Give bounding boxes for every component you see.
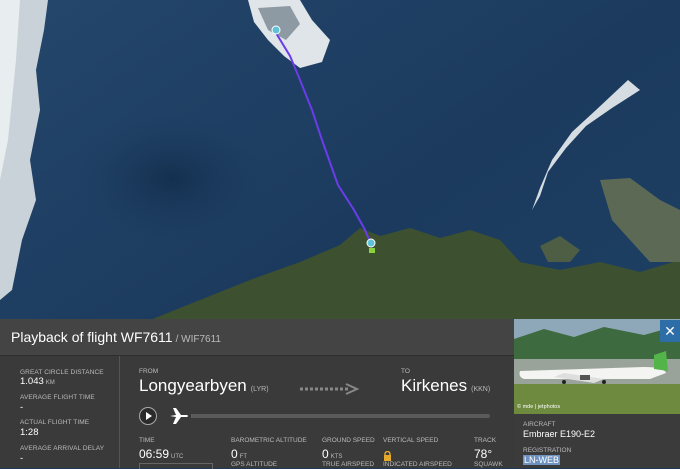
squawk-label: SQUAWK	[474, 461, 503, 468]
actual-flight-time-value: 1:28	[20, 427, 39, 438]
actual-flight-time-label: ACTUAL FLIGHT TIME	[20, 419, 90, 426]
gps-altitude-label: GPS ALTITUDE	[231, 461, 278, 468]
average-flight-time-value: -	[20, 402, 24, 413]
barometric-altitude-label: BAROMETRIC ALTITUDE	[231, 437, 307, 444]
from-label: FROM	[139, 368, 159, 375]
from-city: Longyearbyen (LYR)	[139, 376, 269, 395]
play-button[interactable]	[139, 407, 157, 425]
vertical-speed-label: VERTICAL SPEED	[383, 437, 439, 444]
aircraft-info-panel: © mde | jetphotos AIRCRAFT Embraer E190-…	[514, 319, 680, 468]
indicated-airspeed-label: INDICATED AIRSPEED	[383, 461, 452, 468]
registration-value[interactable]: LN-WEB	[523, 455, 561, 465]
to-city: Kirkenes (KKN)	[401, 376, 491, 395]
aircraft-label: AIRCRAFT	[523, 421, 556, 428]
barometric-altitude-value: 0 FT	[231, 447, 248, 461]
panel-title: Playback of flight WF7611/ WIF7611	[11, 329, 221, 345]
panel-header: Playback of flight WF7611/ WIF7611	[0, 319, 514, 356]
ground-speed-label: GROUND SPEED	[322, 437, 375, 444]
photo-credit: © mde | jetphotos	[517, 404, 561, 410]
great-circle-distance-label: GREAT CIRCLE DISTANCE	[20, 369, 104, 376]
average-flight-time-label: AVERAGE FLIGHT TIME	[20, 394, 95, 401]
flight-callsign: / WIF7611	[175, 334, 221, 345]
aircraft-value: Embraer E190-E2	[523, 429, 596, 439]
flight-title: Playback of flight WF7611	[11, 329, 173, 345]
track-label: TRACK	[474, 437, 497, 444]
ground-speed-value: 0 KTS	[322, 447, 343, 461]
time-label: TIME	[139, 437, 155, 444]
time-stepper[interactable]	[139, 463, 213, 469]
average-arrival-delay-value: -	[20, 453, 24, 464]
average-arrival-delay-label: AVERAGE ARRIVAL DELAY	[20, 445, 105, 452]
to-label: TO	[401, 368, 410, 375]
true-airspeed-label: TRUE AIRSPEED	[322, 461, 375, 468]
registration-label: REGISTRATION	[523, 447, 572, 454]
time-value: 06:59 UTC	[139, 447, 184, 461]
great-circle-distance-value: 1.043 KM	[20, 376, 55, 387]
lock-icon	[383, 448, 392, 461]
arrow-right-icon	[300, 382, 360, 395]
close-icon[interactable]: ✕	[660, 320, 680, 342]
aircraft-photo[interactable]: © mde | jetphotos	[514, 319, 680, 414]
departure-marker-icon[interactable]	[271, 25, 281, 35]
plane-icon[interactable]	[166, 403, 192, 429]
playback-slider[interactable]	[170, 414, 490, 418]
track-value: 78°	[474, 447, 493, 461]
